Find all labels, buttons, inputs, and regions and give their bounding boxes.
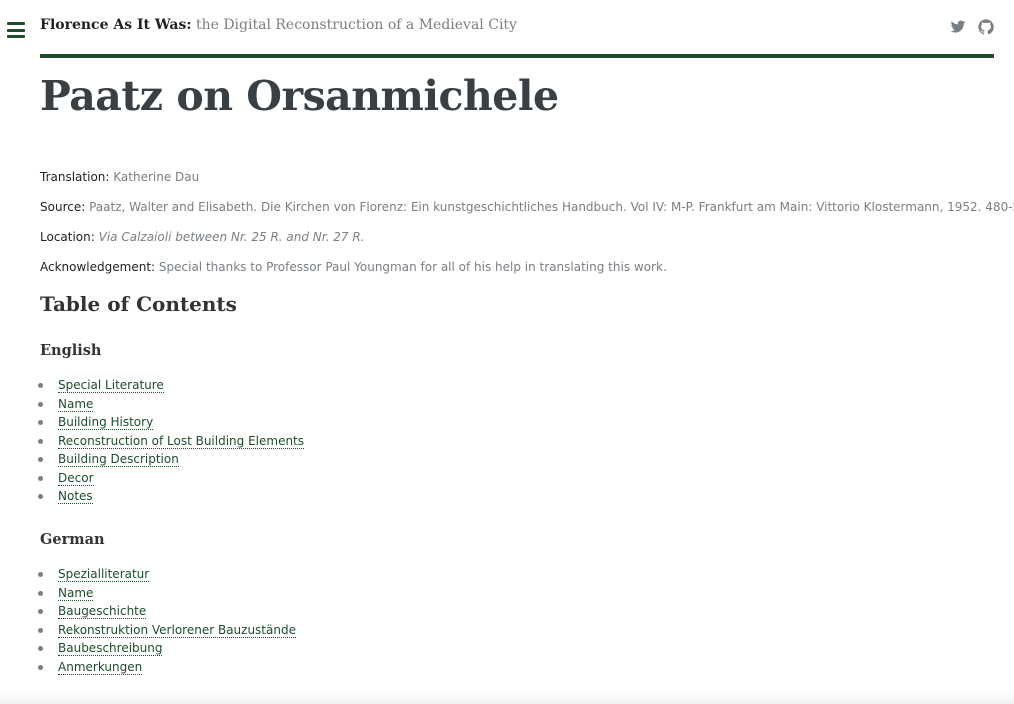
toc-link[interactable]: Name: [58, 396, 94, 412]
meta-translation: Translation: Katherine Dau: [40, 170, 199, 184]
meta-location: Location: Via Calzaioli between Nr. 25 R…: [40, 230, 364, 244]
list-item: Anmerkungen: [38, 659, 296, 678]
meta-value: Paatz, Walter and Elisabeth. Die Kirchen…: [89, 200, 1014, 214]
social-links: [950, 19, 994, 35]
page-title: Paatz on Orsanmichele: [40, 72, 559, 120]
list-item: Baubeschreibung: [38, 640, 296, 659]
toc-link[interactable]: Decor: [58, 470, 94, 486]
menu-bar: [7, 22, 25, 25]
toc-link[interactable]: Baugeschichte: [58, 604, 147, 619]
toc-heading: Table of Contents: [40, 292, 237, 316]
list-item: Name: [37, 396, 304, 415]
meta-value: Katherine Dau: [113, 170, 200, 184]
hamburger-menu-icon[interactable]: [7, 22, 25, 38]
site-title-sub: the Digital Reconstruction of a Medieval…: [195, 17, 517, 33]
toc-link[interactable]: Reconstruction of Lost Building Elements: [58, 433, 305, 449]
github-icon[interactable]: [978, 19, 994, 35]
meta-label: Translation:: [40, 170, 110, 184]
toc-link[interactable]: Spezialliteratur: [58, 567, 150, 582]
list-item: Spezialliteratur: [38, 566, 296, 585]
site-title[interactable]: Florence As It Was: the Digital Reconstr…: [40, 17, 517, 33]
toc-link[interactable]: Building Description: [58, 452, 179, 467]
list-item: Rekonstruktion Verlorener Bauzustände: [38, 622, 296, 641]
meta-label: Location:: [40, 230, 95, 244]
toc-link[interactable]: Notes: [58, 489, 93, 504]
meta-label: Source:: [40, 200, 86, 214]
meta-value: Special thanks to Professor Paul Youngma…: [158, 260, 667, 274]
meta-label: Acknowledgement:: [40, 260, 156, 274]
site-header: Florence As It Was: the Digital Reconstr…: [40, 0, 994, 58]
toc-link[interactable]: Baubeschreibung: [58, 641, 163, 656]
toc-link[interactable]: Name: [58, 585, 94, 601]
german-toc-list: Spezialliteratur Name Baugeschichte Reko…: [38, 566, 296, 678]
list-item: Building Description: [37, 451, 304, 470]
menu-bar: [7, 28, 25, 32]
list-item: Baugeschichte: [38, 603, 296, 622]
english-toc-list: Special Literature Name Building History…: [37, 377, 305, 507]
meta-acknowledgement: Acknowledgement: Special thanks to Profe…: [40, 260, 667, 274]
site-title-strong: Florence As It Was:: [40, 17, 192, 33]
toc-link[interactable]: Rekonstruktion Verlorener Bauzustände: [58, 622, 296, 638]
list-item: Building History: [37, 414, 304, 433]
list-item: Special Literature: [37, 377, 304, 396]
toc-link[interactable]: Special Literature: [58, 378, 164, 393]
german-heading: German: [40, 531, 105, 548]
toc-link[interactable]: Building History: [58, 415, 154, 430]
twitter-icon[interactable]: [950, 19, 966, 35]
footer-shade: [0, 692, 1014, 704]
list-item: Notes: [37, 488, 304, 507]
english-heading: English: [40, 342, 102, 359]
list-item: Reconstruction of Lost Building Elements: [37, 433, 305, 452]
meta-value: Via Calzaioli between Nr. 25 R. and Nr. …: [98, 230, 365, 244]
list-item: Name: [38, 585, 296, 604]
menu-bar: [7, 35, 25, 38]
toc-link[interactable]: Anmerkungen: [58, 659, 143, 675]
list-item: Decor: [37, 470, 304, 489]
meta-source: Source: Paatz, Walter and Elisabeth. Die…: [40, 200, 1014, 214]
